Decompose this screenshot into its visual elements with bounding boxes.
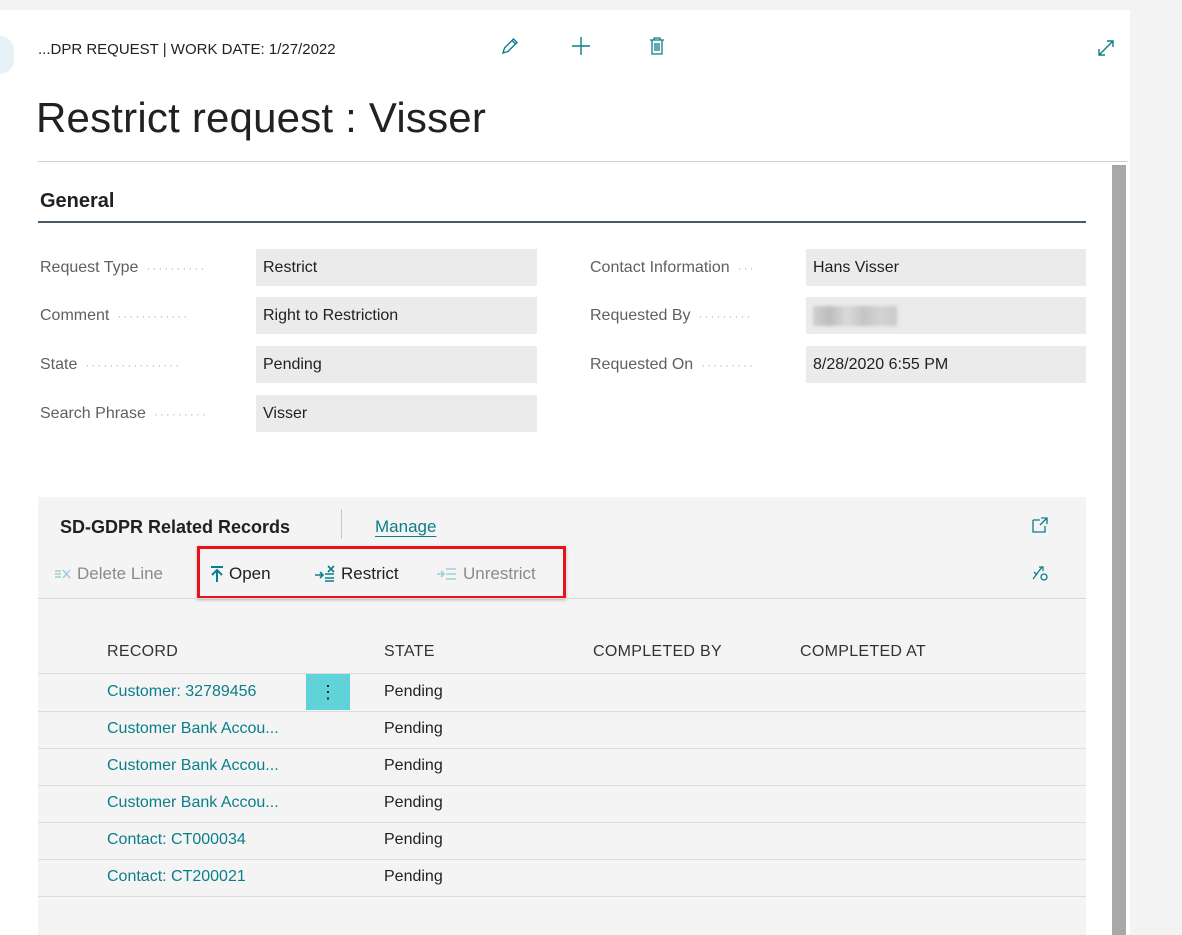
state-cell: Pending bbox=[384, 794, 443, 811]
state-cell: Pending bbox=[384, 683, 443, 700]
general-section-header[interactable]: General bbox=[40, 190, 114, 213]
redacted-value bbox=[813, 305, 897, 326]
column-header-state[interactable]: STATE bbox=[384, 643, 435, 661]
contact-information-label: Contact Information ··· bbox=[590, 259, 756, 276]
open-in-new-window-icon[interactable] bbox=[1026, 511, 1054, 539]
record-link[interactable]: Contact: CT000034 bbox=[107, 831, 246, 849]
search-phrase-label: Search Phrase ········· bbox=[40, 405, 208, 422]
delete-line-icon bbox=[55, 569, 71, 579]
nav-accent bbox=[0, 36, 14, 74]
state-cell: Pending bbox=[384, 720, 443, 737]
table-row[interactable]: Contact: CT200021 Pending bbox=[38, 859, 1086, 897]
page-card: ...DPR REQUEST | WORK DATE: 1/27/2022 Re… bbox=[0, 10, 1130, 935]
table-row[interactable]: Customer Bank Accou... Pending bbox=[38, 711, 1086, 749]
delete-line-label: Delete Line bbox=[77, 564, 164, 583]
title-divider bbox=[38, 161, 1128, 162]
delete-icon[interactable] bbox=[643, 32, 671, 60]
comment-label: Comment ············ bbox=[40, 307, 190, 324]
request-type-label: Request Type ·········· bbox=[40, 259, 207, 276]
general-section-rule bbox=[38, 221, 1086, 223]
part-header-divider bbox=[341, 509, 342, 539]
requested-on-label: Requested On ········· bbox=[590, 356, 756, 373]
table-row[interactable]: Customer: 32789456 ⋮ Pending bbox=[38, 673, 1086, 712]
row-actions-menu[interactable]: ⋮ bbox=[306, 674, 350, 710]
state-label: State ················ bbox=[40, 356, 182, 373]
table-row[interactable]: Contact: CT000034 Pending bbox=[38, 822, 1086, 860]
expand-icon[interactable] bbox=[1092, 34, 1120, 62]
highlight-annotation bbox=[197, 546, 566, 599]
record-link[interactable]: Customer Bank Accou... bbox=[107, 720, 279, 738]
related-records-title: SD-GDPR Related Records bbox=[60, 517, 291, 537]
state-field[interactable]: Pending bbox=[256, 346, 537, 383]
toolbar-divider bbox=[38, 598, 1086, 599]
column-header-completed-at[interactable]: COMPLETED AT bbox=[800, 643, 926, 661]
search-phrase-field[interactable]: Visser bbox=[256, 395, 537, 432]
record-link[interactable]: Customer Bank Accou... bbox=[107, 794, 279, 812]
personalize-icon[interactable] bbox=[1026, 559, 1054, 587]
related-records-part: SD-GDPR Related Records Manage Delete Li… bbox=[38, 497, 1086, 935]
page-title: Restrict request : Visser bbox=[36, 94, 487, 141]
record-link[interactable]: Customer: 32789456 bbox=[107, 683, 256, 701]
record-link[interactable]: Customer Bank Accou... bbox=[107, 757, 279, 775]
plus-icon[interactable] bbox=[567, 32, 595, 60]
manage-menu[interactable]: Manage bbox=[375, 517, 436, 537]
column-header-record[interactable]: RECORD bbox=[107, 643, 178, 661]
vertical-scrollbar[interactable] bbox=[1112, 165, 1126, 935]
delete-line-button[interactable]: Delete Line bbox=[54, 564, 163, 584]
request-type-field[interactable]: Restrict bbox=[256, 249, 537, 286]
edit-icon[interactable] bbox=[496, 32, 524, 60]
record-link[interactable]: Contact: CT200021 bbox=[107, 868, 246, 886]
requested-by-field[interactable] bbox=[806, 297, 1086, 334]
state-cell: Pending bbox=[384, 757, 443, 774]
contact-information-field[interactable]: Hans Visser bbox=[806, 249, 1086, 286]
table-row[interactable]: Customer Bank Accou... Pending bbox=[38, 748, 1086, 786]
scrollbar-thumb[interactable] bbox=[1112, 165, 1126, 935]
table-row[interactable]: Customer Bank Accou... Pending bbox=[38, 785, 1086, 823]
comment-field[interactable]: Right to Restriction bbox=[256, 297, 537, 334]
requested-on-field[interactable]: 8/28/2020 6:55 PM bbox=[806, 346, 1086, 383]
state-cell: Pending bbox=[384, 831, 443, 848]
column-header-completed-by[interactable]: COMPLETED BY bbox=[593, 643, 722, 661]
requested-by-label: Requested By ········· bbox=[590, 307, 753, 324]
breadcrumb: ...DPR REQUEST | WORK DATE: 1/27/2022 bbox=[38, 41, 336, 58]
state-cell: Pending bbox=[384, 868, 443, 885]
